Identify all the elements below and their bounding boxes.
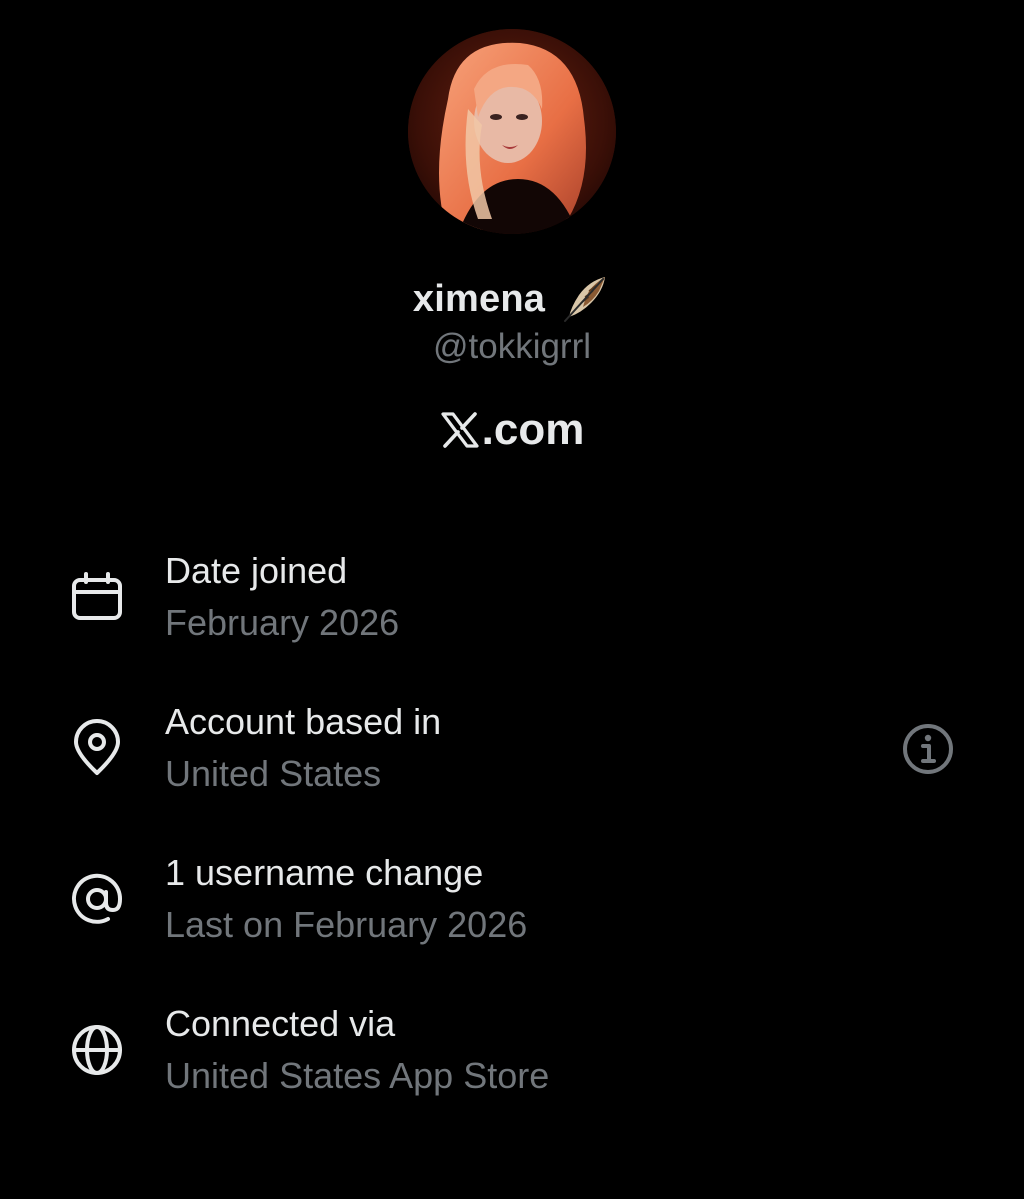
username-change-row: 1 username change Last on February 2026 — [0, 852, 1024, 972]
x-logo-icon — [440, 410, 480, 450]
username-change-value: Last on February 2026 — [165, 904, 528, 945]
account-based-in-row: Account based in United States — [0, 701, 1024, 821]
account-info-page: ximena @tokkigrrl .com Date joined Febru… — [0, 0, 1024, 1199]
date-joined-row: Date joined February 2026 — [0, 550, 1024, 670]
connected-via-row: Connected via United States App Store — [0, 1003, 1024, 1123]
display-name: ximena — [412, 277, 546, 320]
brand-row: .com — [0, 402, 1024, 458]
account-based-in-label: Account based in — [165, 701, 442, 742]
avatar[interactable] — [408, 29, 616, 234]
feather-emoji-icon — [559, 273, 611, 325]
connected-via-value: United States App Store — [165, 1055, 550, 1096]
globe-icon — [68, 1021, 126, 1079]
calendar-icon — [68, 568, 126, 626]
brand-domain-text: .com — [481, 405, 585, 454]
connected-via-label: Connected via — [165, 1003, 396, 1044]
info-icon[interactable] — [899, 720, 957, 778]
username-change-label: 1 username change — [165, 852, 484, 893]
date-joined-value: February 2026 — [165, 602, 400, 643]
display-name-row: ximena — [0, 271, 1024, 327]
location-pin-icon — [68, 719, 126, 777]
at-sign-icon — [68, 870, 126, 928]
date-joined-label: Date joined — [165, 550, 348, 591]
account-based-in-value: United States — [165, 753, 382, 794]
username-handle: @tokkigrrl — [432, 327, 592, 366]
